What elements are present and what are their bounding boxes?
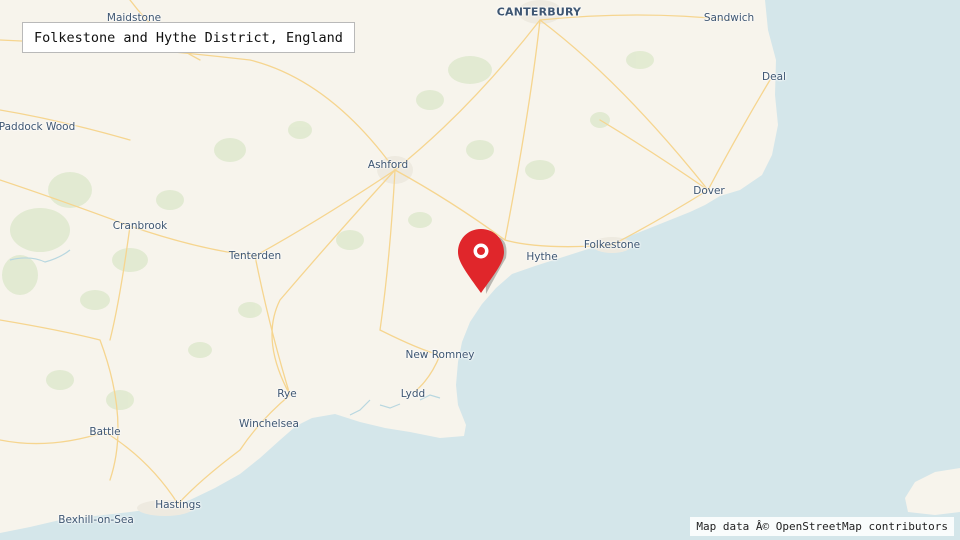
- place-label-sandwich: Sandwich: [703, 12, 755, 24]
- map-attribution[interactable]: Map data Â© OpenStreetMap contributors: [690, 517, 954, 536]
- place-label-battle: Battle: [89, 426, 121, 438]
- place-label-hastings: Hastings: [155, 499, 201, 511]
- map-title: Folkestone and Hythe District, England: [22, 22, 355, 53]
- place-label-paddock-wood: Paddock Wood: [0, 121, 76, 133]
- place-label-ashford: Ashford: [367, 159, 409, 171]
- place-label-rye: Rye: [277, 388, 297, 400]
- place-label-cranbrook: Cranbrook: [112, 220, 168, 232]
- place-label-deal: Deal: [762, 71, 786, 83]
- place-label-winchelsea: Winchelsea: [239, 418, 299, 430]
- place-label-lydd: Lydd: [400, 388, 426, 400]
- place-label-dover: Dover: [693, 185, 725, 197]
- place-label-folkestone: Folkestone: [583, 239, 641, 251]
- place-label-hythe: Hythe: [526, 251, 558, 263]
- place-label-new-romney: New Romney: [405, 349, 475, 361]
- place-label-canterbury: CANTERBURY: [496, 5, 582, 19]
- map-canvas[interactable]: [0, 0, 960, 540]
- place-label-tenterden: Tenterden: [228, 250, 282, 262]
- place-label-bexhill: Bexhill-on-Sea: [58, 514, 134, 526]
